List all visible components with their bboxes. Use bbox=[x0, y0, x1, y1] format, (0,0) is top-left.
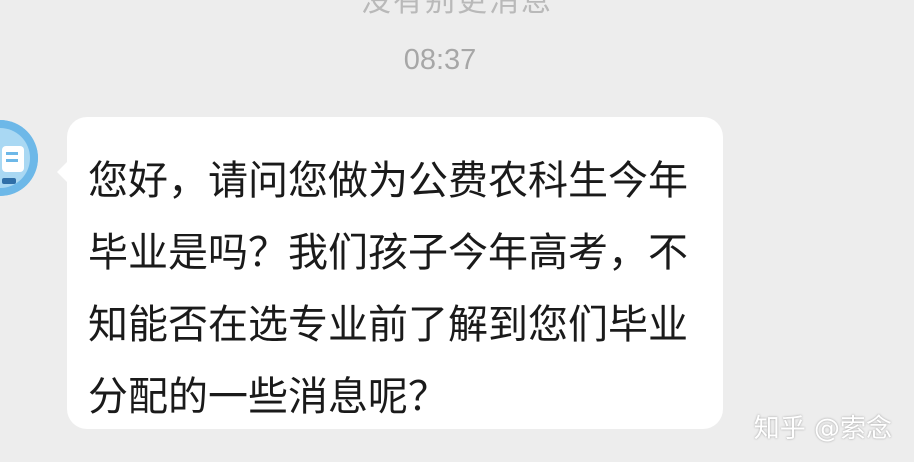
avatar-icon bbox=[0, 120, 38, 196]
message-timestamp: 08:37 bbox=[403, 44, 477, 76]
previous-message-partial: 没有别更消息 bbox=[361, 0, 553, 19]
sender-avatar[interactable] bbox=[0, 120, 38, 196]
message-text: 您好，请问您做为公费农科生今年毕业是吗？我们孩子今年高考，不知能否在选专业前了解… bbox=[88, 158, 688, 420]
bubble-tail bbox=[57, 161, 68, 183]
message-bubble[interactable]: 您好，请问您做为公费农科生今年毕业是吗？我们孩子今年高考，不知能否在选专业前了解… bbox=[57, 117, 723, 429]
watermark: 知乎 @索念 bbox=[753, 414, 892, 444]
